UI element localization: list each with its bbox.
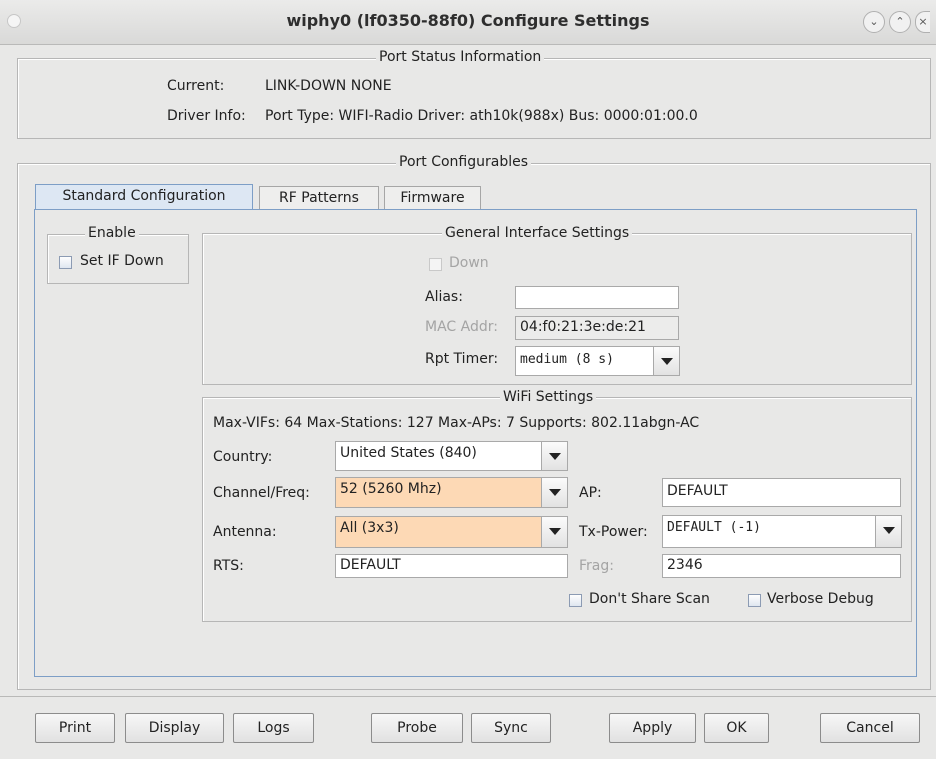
chevron-down-icon	[653, 347, 679, 375]
separator	[0, 696, 936, 697]
rpt-timer-label: Rpt Timer:	[425, 351, 499, 367]
rpt-timer-select[interactable]: medium (8 s)	[515, 346, 680, 376]
ap-input[interactable]: DEFAULT	[662, 478, 901, 507]
frag-input[interactable]: 2346	[662, 554, 901, 578]
driver-info-label: Driver Info:	[167, 108, 246, 124]
channel-freq-select[interactable]: 52 (5260 Mhz)	[335, 477, 568, 508]
down-label: Down	[449, 255, 489, 271]
alias-input[interactable]	[515, 286, 679, 309]
tab-standard-configuration[interactable]: Standard Configuration	[35, 184, 253, 210]
channel-freq-value: 52 (5260 Mhz)	[340, 481, 442, 497]
dont-share-scan-label: Don't Share Scan	[589, 591, 710, 607]
dont-share-scan-checkbox[interactable]	[569, 594, 582, 607]
tx-power-select[interactable]: DEFAULT (-1)	[662, 515, 902, 548]
alias-label: Alias:	[425, 289, 463, 305]
rts-label: RTS:	[213, 558, 244, 574]
rpt-timer-value: medium (8 s)	[520, 352, 614, 367]
frag-label: Frag:	[579, 558, 614, 574]
current-label: Current:	[167, 78, 225, 94]
cancel-button[interactable]: Cancel	[820, 713, 920, 743]
logs-button[interactable]: Logs	[233, 713, 314, 743]
country-label: Country:	[213, 449, 273, 465]
verbose-debug-checkbox[interactable]	[748, 594, 761, 607]
tx-power-label: Tx-Power:	[579, 524, 648, 540]
chevron-down-icon	[541, 442, 567, 470]
set-if-down-label: Set IF Down	[80, 253, 164, 269]
driver-info-value: Port Type: WIFI-Radio Driver: ath10k(988…	[265, 108, 698, 124]
chevron-down-icon	[875, 516, 901, 547]
current-value: LINK-DOWN NONE	[265, 78, 392, 94]
port-status-heading: Port Status Information	[376, 49, 545, 65]
apply-button[interactable]: Apply	[609, 713, 696, 743]
tx-power-value: DEFAULT (-1)	[667, 520, 761, 535]
country-select[interactable]: United States (840)	[335, 441, 568, 471]
sync-button[interactable]: Sync	[471, 713, 551, 743]
antenna-value: All (3x3)	[340, 520, 399, 536]
title-bar: wiphy0 (lf0350-88f0) Configure Settings …	[0, 0, 936, 45]
channel-freq-label: Channel/Freq:	[213, 485, 310, 501]
maximize-icon[interactable]: ⌃	[889, 11, 911, 33]
verbose-debug-label: Verbose Debug	[767, 591, 874, 607]
down-checkbox[interactable]	[429, 258, 442, 271]
port-status-group	[17, 58, 931, 139]
port-configurables-heading: Port Configurables	[396, 154, 532, 170]
ap-label: AP:	[579, 485, 602, 501]
wifi-settings-heading: WiFi Settings	[500, 389, 597, 405]
print-button[interactable]: Print	[35, 713, 115, 743]
antenna-label: Antenna:	[213, 524, 277, 540]
mac-addr-label: MAC Addr:	[425, 319, 498, 335]
wifi-capabilities: Max-VIFs: 64 Max-Stations: 127 Max-APs: …	[213, 415, 700, 431]
tab-firmware[interactable]: Firmware	[384, 186, 481, 210]
country-value: United States (840)	[340, 445, 477, 461]
display-button[interactable]: Display	[125, 713, 224, 743]
general-settings-heading: General Interface Settings	[442, 225, 633, 241]
enable-heading: Enable	[85, 225, 139, 241]
minimize-icon[interactable]: ⌄	[863, 11, 885, 33]
ok-button[interactable]: OK	[704, 713, 769, 743]
probe-button[interactable]: Probe	[371, 713, 463, 743]
tab-rf-patterns[interactable]: RF Patterns	[259, 186, 379, 210]
mac-addr-field: 04:f0:21:3e:de:21	[515, 316, 679, 340]
set-if-down-checkbox[interactable]	[59, 256, 72, 269]
close-icon[interactable]: ×	[915, 11, 930, 33]
rts-input[interactable]: DEFAULT	[335, 554, 568, 578]
window-title: wiphy0 (lf0350-88f0) Configure Settings	[286, 11, 650, 30]
chevron-down-icon	[541, 517, 567, 547]
chevron-down-icon	[541, 478, 567, 507]
antenna-select[interactable]: All (3x3)	[335, 516, 568, 548]
